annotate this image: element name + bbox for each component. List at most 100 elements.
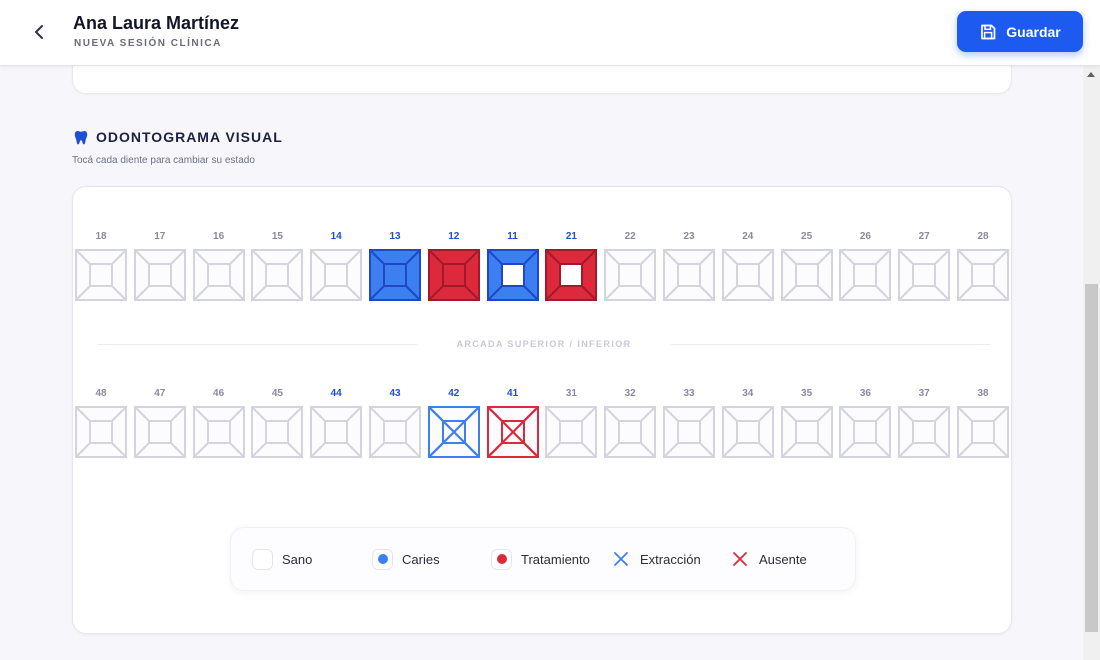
tooth-45[interactable]: 45: [250, 388, 304, 468]
tooth-number: 17: [154, 231, 166, 242]
legend-item-caries: Caries: [372, 548, 440, 570]
tooth-number: 42: [448, 388, 460, 399]
tooth-graphic: [957, 249, 1009, 301]
tooth-25[interactable]: 25: [780, 231, 834, 311]
legend-item-extraccion: Extracción: [610, 548, 701, 570]
legend-swatch-sano: [252, 548, 273, 570]
tooth-graphic: [192, 249, 245, 301]
tooth-graphic: [604, 249, 657, 301]
tooth-number: 33: [683, 388, 695, 399]
tooth-15[interactable]: 15: [250, 231, 304, 311]
tooth-number: 25: [801, 231, 813, 242]
tooth-graphic: [310, 249, 363, 301]
tooth-48[interactable]: 48: [74, 388, 128, 468]
tooth-46[interactable]: 46: [192, 388, 246, 468]
tooth-23[interactable]: 23: [662, 231, 716, 311]
odontogram-legend: Sano Caries Tratamiento Extracción Ausen…: [230, 527, 856, 591]
tooth-37[interactable]: 37: [897, 388, 951, 468]
tooth-graphic: [898, 249, 951, 301]
tooth-graphic: [75, 406, 127, 458]
scroll-up-icon[interactable]: [1087, 72, 1095, 77]
scrollbar-thumb[interactable]: [1085, 284, 1098, 632]
legend-swatch-extraccion: [610, 549, 631, 570]
save-button[interactable]: Guardar: [957, 11, 1083, 52]
save-button-label: Guardar: [1006, 23, 1061, 40]
tooth-number: 18: [95, 231, 107, 242]
tooth-graphic: [369, 249, 421, 301]
tooth-number: 21: [565, 231, 577, 242]
legend-swatch-ausente: [729, 549, 750, 570]
legend-label-caries: Caries: [402, 551, 440, 567]
tooth-number: 46: [213, 388, 225, 399]
tooth-24[interactable]: 24: [721, 231, 775, 311]
tooth-36[interactable]: 36: [838, 388, 892, 468]
tooth-27[interactable]: 27: [897, 231, 951, 311]
tooth-graphic: [251, 249, 304, 301]
tooth-41[interactable]: 41: [486, 388, 540, 468]
tooth-33[interactable]: 33: [662, 388, 716, 468]
tooth-32[interactable]: 32: [603, 388, 657, 468]
tooth-38[interactable]: 38: [956, 388, 1010, 468]
tooth-number: 45: [271, 388, 283, 399]
tooth-44[interactable]: 44: [309, 388, 363, 468]
tooth-43[interactable]: 43: [368, 388, 422, 468]
tooth-graphic: [545, 406, 598, 458]
save-icon: [981, 24, 996, 39]
tooth-number: 28: [977, 231, 989, 242]
tooth-number: 14: [330, 231, 342, 242]
tooth-graphic: [839, 406, 892, 458]
tooth-number: 34: [742, 388, 754, 399]
tooth-graphic: [133, 406, 186, 458]
tooth-graphic: [251, 406, 304, 458]
legend-label-ausente: Ausente: [759, 551, 807, 567]
session-subtitle: NUEVA SESIÓN CLÍNICA: [74, 38, 222, 49]
tooth-21[interactable]: 21: [544, 231, 598, 311]
tooth-graphic: [839, 249, 892, 301]
tooth-34[interactable]: 34: [721, 388, 775, 468]
tooth-number: 16: [213, 231, 225, 242]
tooth-graphic: [898, 406, 951, 458]
tooth-16[interactable]: 16: [192, 231, 246, 311]
tooth-number: 32: [624, 388, 636, 399]
back-button[interactable]: [26, 18, 54, 46]
tooth-18[interactable]: 18: [74, 231, 128, 311]
tooth-number: 26: [859, 231, 871, 242]
tratamiento-dot-icon: [496, 554, 507, 564]
tooth-17[interactable]: 17: [133, 231, 187, 311]
tooth-number: 11: [507, 231, 518, 242]
tooth-28[interactable]: 28: [956, 231, 1010, 311]
tooth-graphic: [486, 249, 539, 301]
tooth-number: 24: [742, 231, 754, 242]
caries-dot-icon: [377, 554, 388, 564]
tooth-22[interactable]: 22: [603, 231, 657, 311]
tooth-graphic: [721, 249, 774, 301]
tooth-12[interactable]: 12: [427, 231, 481, 311]
chevron-left-icon: [35, 25, 43, 39]
tooth-number: 15: [271, 231, 283, 242]
tooth-number: 37: [918, 388, 930, 399]
tooth-31[interactable]: 31: [544, 388, 598, 468]
tooth-14[interactable]: 14: [309, 231, 363, 311]
tooth-graphic: [780, 249, 833, 301]
tooth-26[interactable]: 26: [838, 231, 892, 311]
tooth-11[interactable]: 11: [486, 231, 540, 311]
tooth-number: 23: [683, 231, 695, 242]
app-header: Ana Laura Martínez NUEVA SESIÓN CLÍNICA …: [0, 0, 1100, 66]
legend-item-ausente: Ausente: [729, 548, 807, 570]
patient-name: Ana Laura Martínez: [73, 13, 240, 33]
tooth-number: 13: [389, 231, 401, 242]
lower-arch-row: 48 47 46 45 44 43 42 41 31 32 33 34 35 36 37 38: [73, 388, 1013, 468]
tooth-47[interactable]: 47: [133, 388, 187, 468]
tooth-graphic: [663, 249, 715, 301]
tooth-number: 48: [95, 388, 107, 399]
page-scrollbar[interactable]: [1083, 66, 1100, 660]
legend-label-extraccion: Extracción: [640, 551, 701, 567]
tooth-42[interactable]: 42: [427, 388, 481, 468]
tooth-35[interactable]: 35: [780, 388, 834, 468]
tooth-number: 36: [859, 388, 871, 399]
tooth-number: 35: [801, 388, 813, 399]
tooth-13[interactable]: 13: [368, 231, 422, 311]
tooth-number: 12: [448, 231, 460, 242]
legend-swatch-caries: [372, 548, 393, 570]
legend-swatch-tratamiento: [491, 548, 512, 570]
